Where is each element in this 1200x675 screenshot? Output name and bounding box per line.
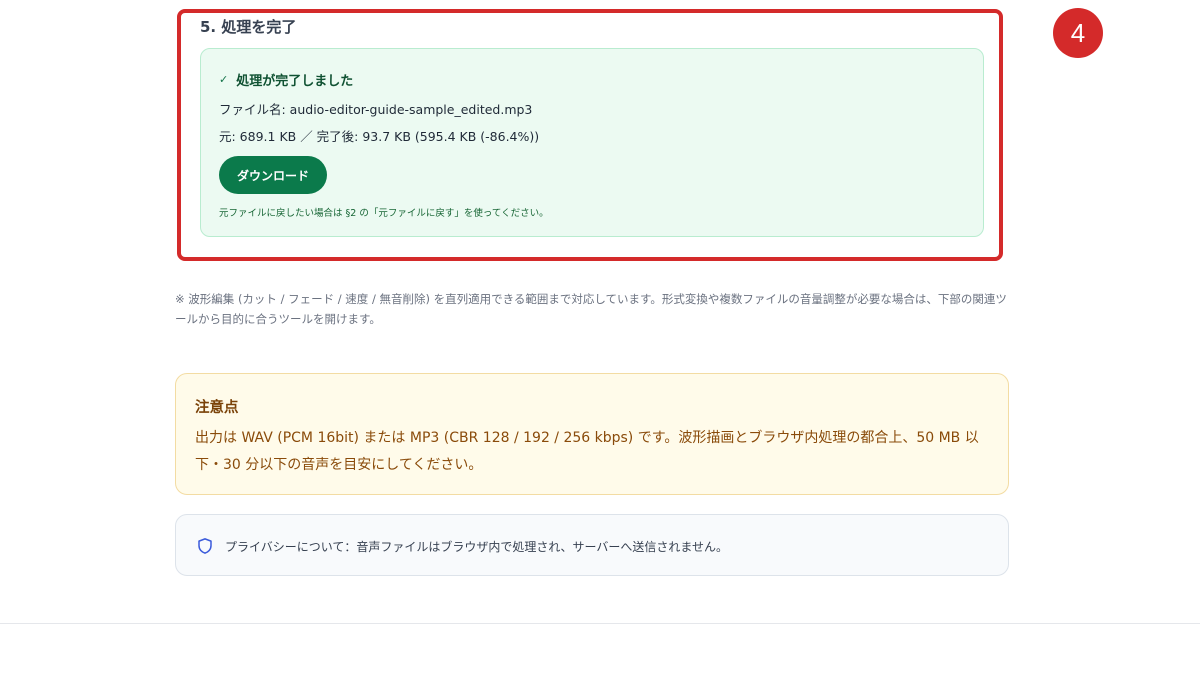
caution-body: 出力は WAV (PCM 16bit) または MP3 (CBR 128 / 1…: [195, 430, 979, 473]
feature-scope-note: ※ 波形編集 (カット / フェード / 速度 / 無音削除) を直列適用できる…: [175, 292, 1007, 326]
privacy-notice-text: プライバシーについて：音声ファイルはブラウザ内で処理され、サーバーへ送信されませ…: [225, 540, 729, 554]
completion-panel: ✓ 処理が完了しました ファイル名: audio-editor-guide-sa…: [200, 48, 984, 237]
step-number-badge: 4: [1053, 8, 1103, 58]
shield-icon: [198, 538, 212, 554]
footer-divider: [0, 623, 1200, 624]
completion-status-text: 処理が完了しました: [236, 74, 354, 89]
download-button[interactable]: ダウンロード: [219, 156, 327, 194]
restore-original-note: 元ファイルに戻したい場合は §2 の「元ファイルに戻す」を使ってください。: [219, 208, 549, 219]
section-title: 5. 処理を完了: [200, 18, 297, 36]
check-icon: ✓: [219, 73, 229, 86]
caution-title: 注意点: [195, 400, 239, 416]
output-filename: ファイル名: audio-editor-guide-sample_edited.…: [219, 102, 533, 117]
file-size-comparison: 元: 689.1 KB ／ 完了後: 93.7 KB (595.4 KB (-8…: [219, 129, 540, 144]
privacy-notice: プライバシーについて：音声ファイルはブラウザ内で処理され、サーバーへ送信されませ…: [175, 514, 1009, 576]
caution-panel: 注意点 出力は WAV (PCM 16bit) または MP3 (CBR 128…: [175, 373, 1009, 495]
completion-status: ✓ 処理が完了しました: [219, 70, 353, 89]
